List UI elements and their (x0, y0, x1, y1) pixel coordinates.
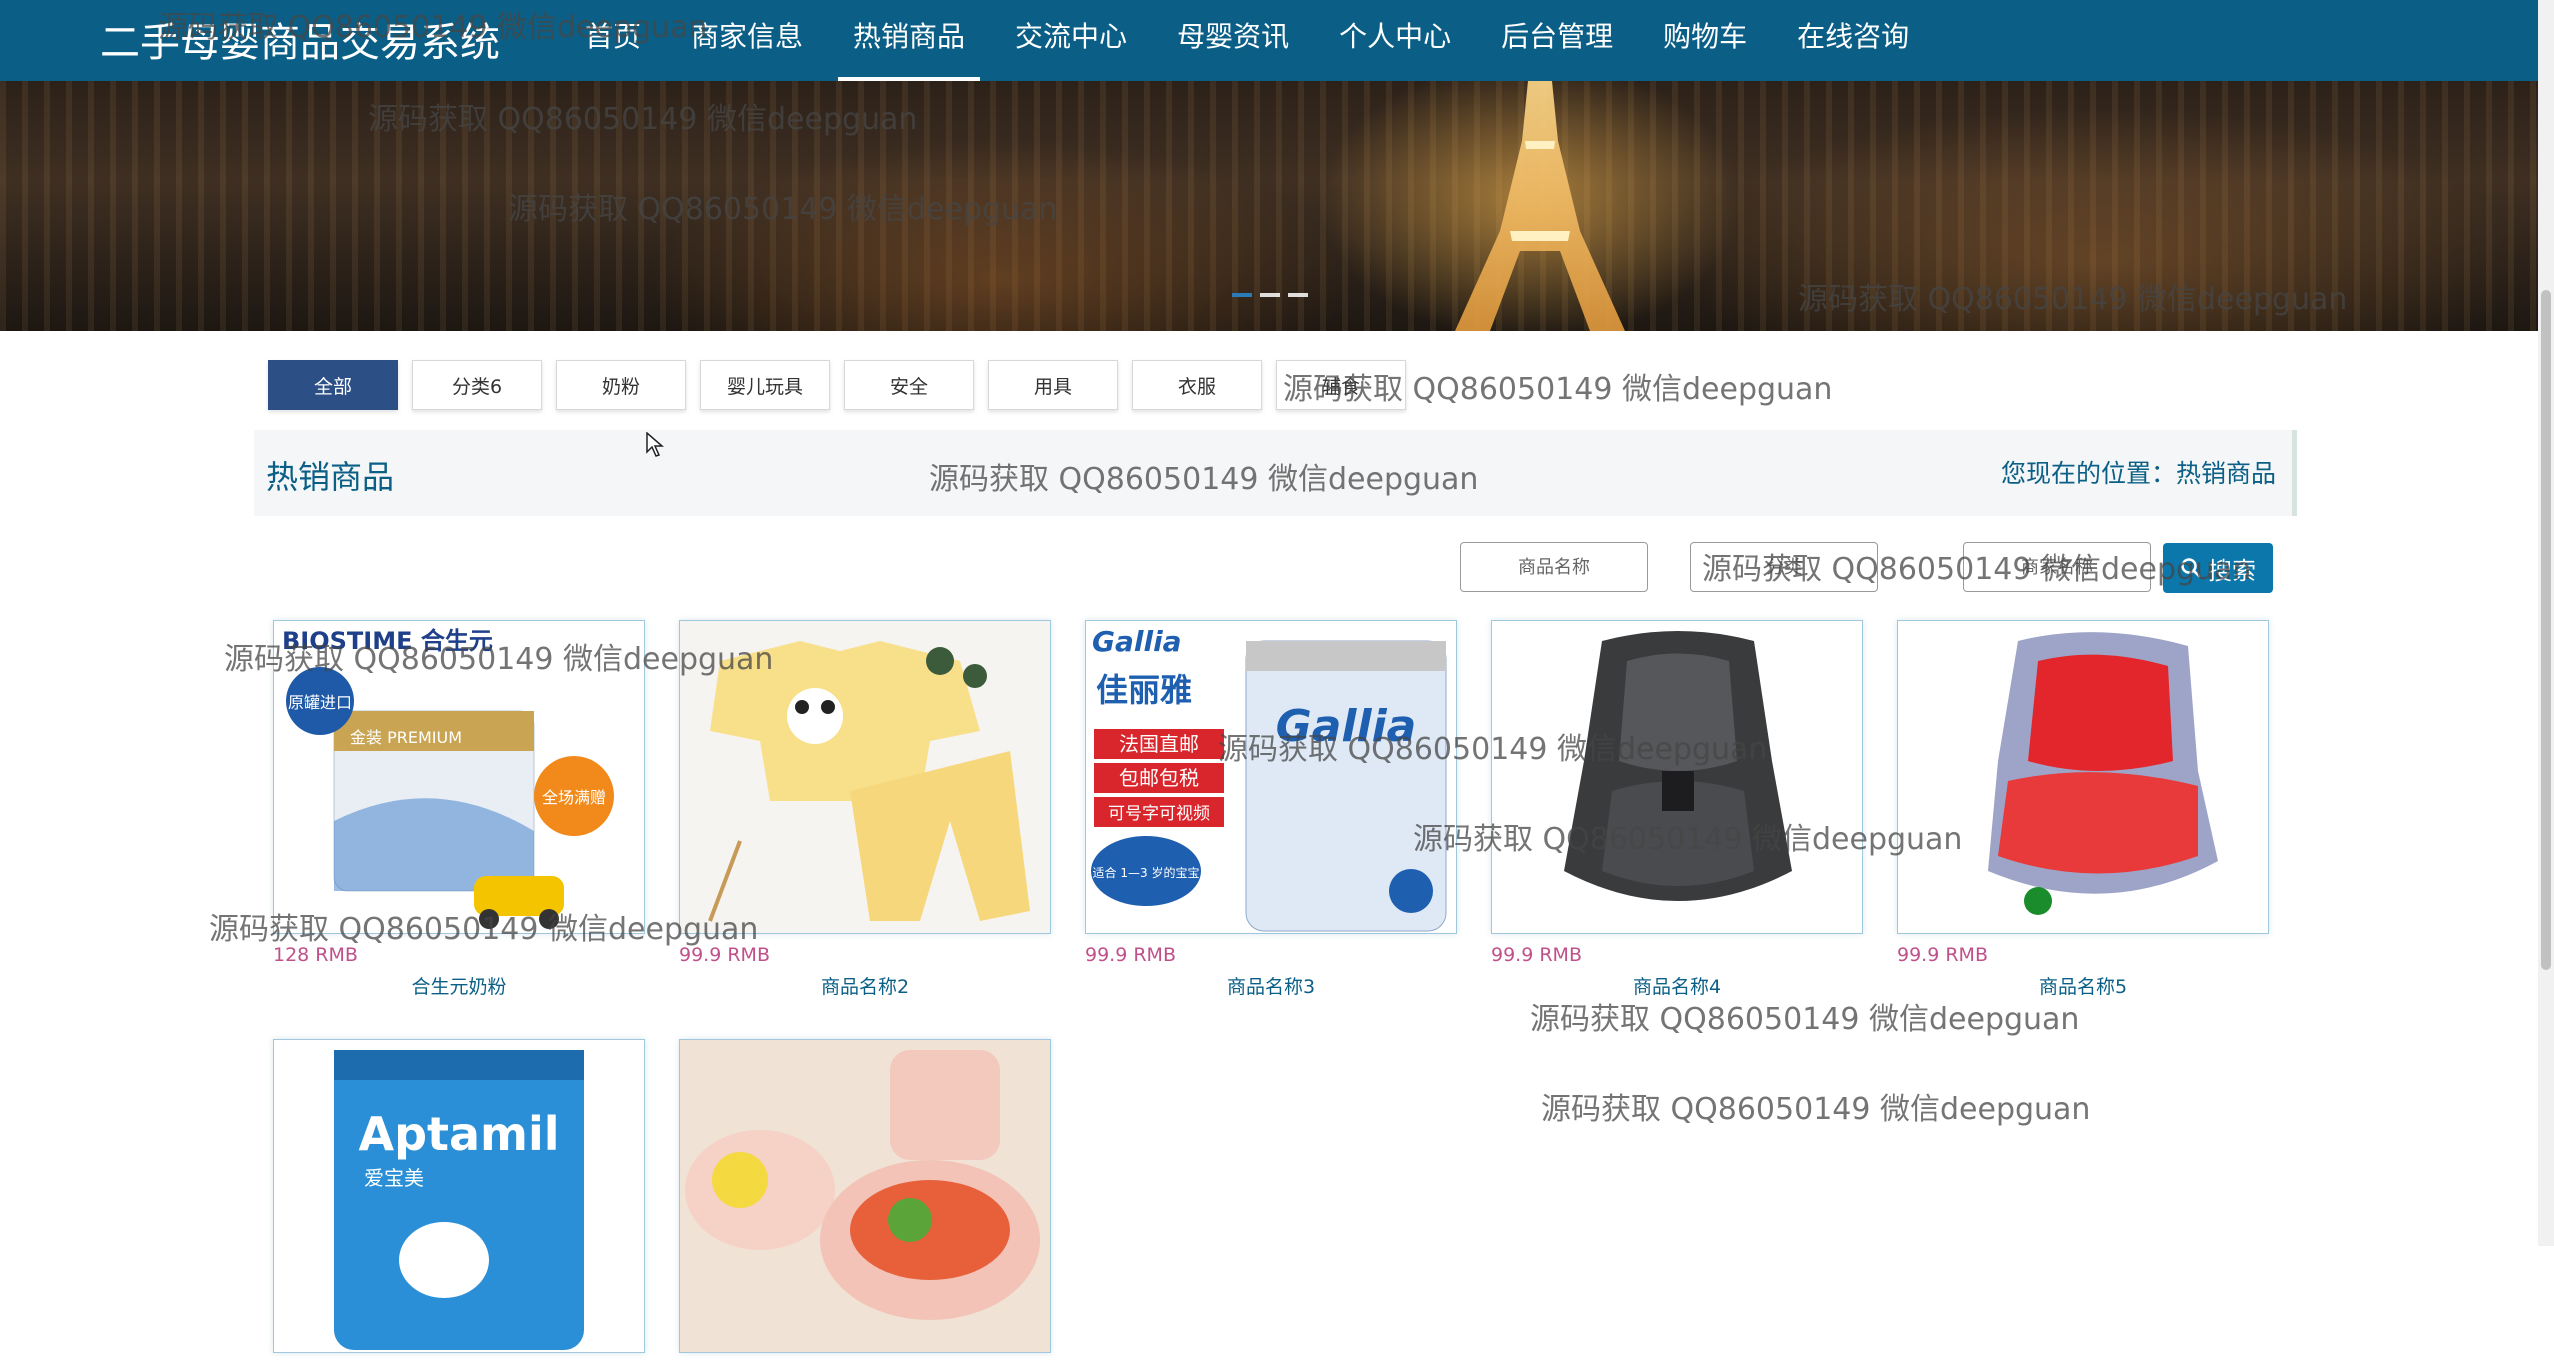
age-text: 适合 1—3 岁的宝宝 (1093, 865, 1200, 880)
menu-item-home[interactable]: 首页 (560, 0, 666, 81)
product-brand-text: Aptamil (358, 1107, 559, 1161)
watermark-text: 源码获取 QQ86050149 微信deepguan (1541, 1092, 2091, 1127)
search-button[interactable]: 搜索 (2163, 543, 2273, 593)
product-card[interactable]: BIOSTIME 合生元 金装 PREMIUM 原罐进口 全场满赠 128 RM… (273, 620, 645, 999)
product-image[interactable] (679, 1039, 1051, 1353)
search-button-label: 搜索 (2208, 556, 2256, 585)
car-seat-red-image (1898, 621, 2268, 933)
section-header: 热销商品 您现在的位置：热销商品 (254, 430, 2297, 516)
can-brand-text: Gallia (1276, 701, 1417, 752)
promo-text: 包邮包税 (1119, 766, 1199, 790)
product-name[interactable]: 商品名称2 (679, 972, 1051, 999)
category-search-input[interactable] (1690, 542, 1878, 592)
category-button[interactable]: 用具 (988, 360, 1118, 410)
product-price: 99.9 RMB (1491, 944, 1582, 966)
page-scrollbar[interactable] (2538, 0, 2554, 1246)
menu-item-merchants[interactable]: 商家信息 (666, 0, 828, 81)
product-card[interactable]: 99.9 RMB 商品名称2 (679, 620, 1051, 999)
product-price: 99.9 RMB (679, 944, 770, 966)
scrollbar-thumb[interactable] (2541, 290, 2551, 970)
menu-item-admin[interactable]: 后台管理 (1476, 0, 1638, 81)
product-image[interactable]: BIOSTIME 合生元 金装 PREMIUM 原罐进口 全场满赠 (273, 620, 645, 934)
product-name-search-input[interactable] (1460, 542, 1648, 592)
merchant-search-input[interactable] (1963, 542, 2151, 592)
product-card[interactable]: 99.9 RMB 商品名称4 (1491, 620, 1863, 999)
site-logo[interactable]: 二手母婴商品交易系统 (100, 10, 500, 68)
product-cn-text: 佳丽雅 (1096, 671, 1192, 709)
aptamil-milk-image: Aptamil 爱宝美 (274, 1040, 644, 1352)
category-button[interactable]: 辅食 (1276, 360, 1406, 410)
promo-text: 可号字可视频 (1108, 804, 1210, 824)
product-image[interactable] (1897, 620, 2269, 934)
product-brand-text: BIOSTIME 合生元 (282, 627, 493, 655)
eiffel-tower-image (1455, 81, 1625, 331)
gallia-milk-image: Gallia 佳丽雅 法国直邮 包邮包税 可号字可视频 适合 1—3 岁的宝宝 … (1086, 621, 1456, 933)
watermark-text: 源码获取 QQ86050149 微信deepguan (1530, 1002, 2080, 1037)
main-menu: 首页 商家信息 热销商品 交流中心 母婴资讯 个人中心 后台管理 购物车 在线咨… (560, 0, 1934, 81)
menu-item-profile[interactable]: 个人中心 (1314, 0, 1476, 81)
product-tag-text: 金装 PREMIUM (350, 728, 462, 747)
category-button[interactable]: 衣服 (1132, 360, 1262, 410)
product-cn-text: 爱宝美 (364, 1166, 424, 1190)
search-icon (2181, 558, 2201, 578)
product-image[interactable] (679, 620, 1051, 934)
product-price: 128 RMB (273, 944, 358, 966)
product-image[interactable]: Gallia 佳丽雅 法国直邮 包邮包税 可号字可视频 适合 1—3 岁的宝宝 … (1085, 620, 1457, 934)
mouse-cursor-icon (646, 432, 665, 457)
banner-carousel[interactable] (0, 81, 2538, 331)
category-button[interactable]: 分类6 (412, 360, 542, 410)
product-card[interactable]: Gallia 佳丽雅 法国直邮 包邮包税 可号字可视频 适合 1—3 岁的宝宝 … (1085, 620, 1457, 999)
product-name[interactable]: 商品名称5 (1897, 972, 2269, 999)
top-navbar: 二手母婴商品交易系统 首页 商家信息 热销商品 交流中心 母婴资讯 个人中心 后… (0, 0, 2538, 81)
product-price: 99.9 RMB (1085, 944, 1176, 966)
baby-clothes-image (680, 621, 1050, 933)
product-name[interactable]: 商品名称4 (1491, 972, 1863, 999)
carousel-dot[interactable] (1232, 293, 1252, 297)
section-title: 热销商品 (266, 458, 395, 496)
category-button[interactable]: 安全 (844, 360, 974, 410)
carousel-indicators (1232, 293, 1308, 297)
product-card[interactable]: 99.9 RMB 商品名称5 (1897, 620, 2269, 999)
product-price: 99.9 RMB (1897, 944, 1988, 966)
category-all-button[interactable]: 全部 (268, 360, 398, 410)
menu-item-cart[interactable]: 购物车 (1638, 0, 1772, 81)
breadcrumb: 您现在的位置：热销商品 (2001, 454, 2276, 490)
carousel-dot[interactable] (1260, 293, 1280, 297)
baby-tableware-image (680, 1040, 1050, 1352)
category-button[interactable]: 婴儿玩具 (700, 360, 830, 410)
promo-text: 法国直邮 (1119, 732, 1199, 756)
menu-item-forum[interactable]: 交流中心 (990, 0, 1152, 81)
breadcrumb-current[interactable]: 热销商品 (2176, 459, 2276, 488)
category-filter: 全部 分类6 奶粉 婴儿玩具 安全 用具 衣服 辅食 (268, 360, 1406, 410)
menu-item-consult[interactable]: 在线咨询 (1772, 0, 1934, 81)
milk-powder-can-image: BIOSTIME 合生元 金装 PREMIUM 原罐进口 全场满赠 (274, 621, 644, 933)
menu-item-hot-products[interactable]: 热销商品 (828, 0, 990, 81)
menu-item-news[interactable]: 母婴资讯 (1152, 0, 1314, 81)
badge-text: 原罐进口 (288, 693, 352, 712)
category-button[interactable]: 奶粉 (556, 360, 686, 410)
product-card[interactable]: Aptamil 爱宝美 (273, 1039, 645, 1363)
product-name[interactable]: 合生元奶粉 (273, 972, 645, 999)
promo-badge-text: 全场满赠 (542, 788, 606, 807)
product-card[interactable] (679, 1039, 1051, 1363)
carousel-dot[interactable] (1288, 293, 1308, 297)
car-seat-black-image (1492, 621, 1862, 933)
breadcrumb-prefix: 您现在的位置： (2000, 459, 2176, 488)
product-name[interactable]: 商品名称3 (1085, 972, 1457, 999)
product-image[interactable] (1491, 620, 1863, 934)
product-image[interactable]: Aptamil 爱宝美 (273, 1039, 645, 1353)
product-brand-text: Gallia (1092, 625, 1182, 658)
